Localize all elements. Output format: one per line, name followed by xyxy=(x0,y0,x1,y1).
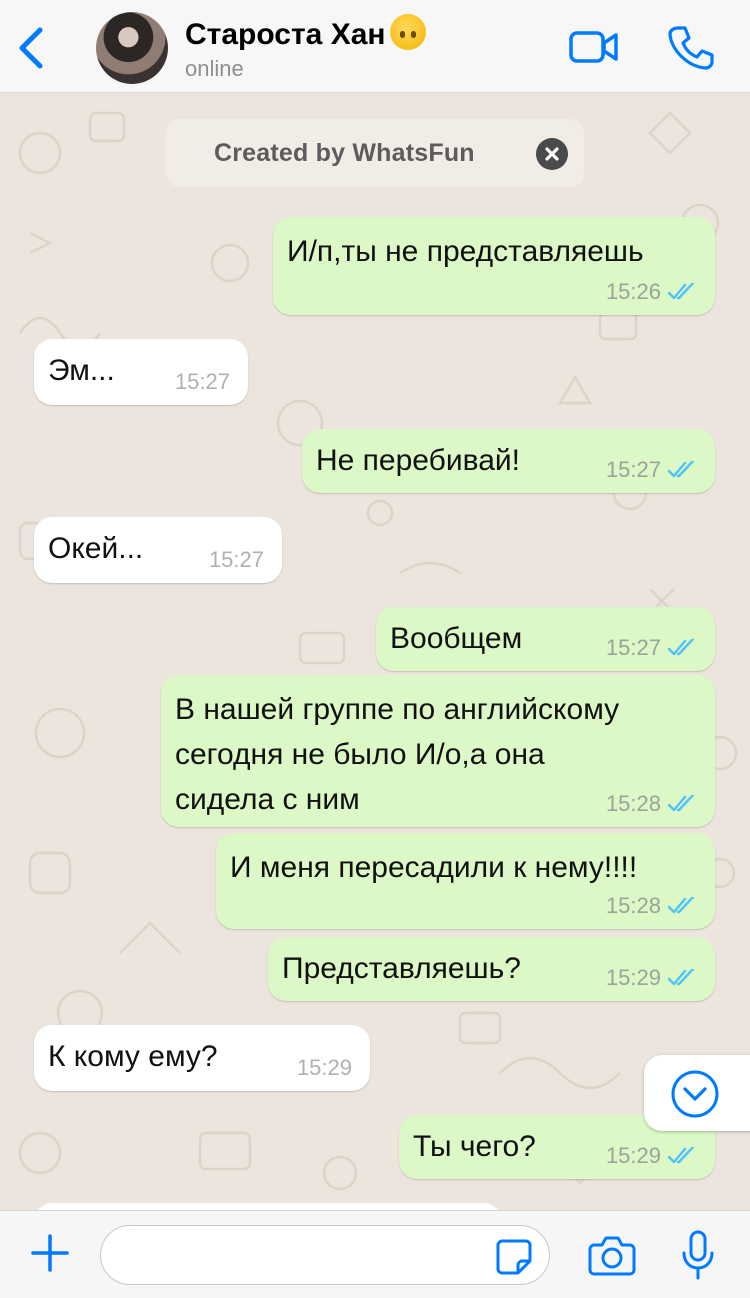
message-text: И меня пересадили к нему!!!! xyxy=(230,851,638,884)
read-receipt-icon xyxy=(667,969,695,986)
message-bubble-outgoing[interactable]: Не перебивай! 15:27 xyxy=(302,429,715,493)
contact-name[interactable]: Староста Хан xyxy=(185,14,426,52)
message-time: 15:29 xyxy=(296,1055,352,1080)
message-bubble-outgoing[interactable]: Представляешь? 15:29 xyxy=(268,937,715,1001)
message-time: 15:26 xyxy=(605,279,661,304)
read-receipt-icon xyxy=(667,897,695,914)
camera-icon xyxy=(588,1236,636,1276)
read-receipt-icon xyxy=(667,461,695,478)
message-bubble-incoming-partial[interactable] xyxy=(34,1203,502,1210)
read-receipt-icon xyxy=(667,639,695,656)
message-bubble-incoming[interactable]: К кому ему? 15:29 xyxy=(34,1025,370,1091)
message-text: И/п,ты не представляешь xyxy=(287,235,644,268)
voice-call-button[interactable] xyxy=(668,24,714,70)
message-time: 15:29 xyxy=(605,1143,661,1168)
banner-close-button[interactable] xyxy=(536,138,568,170)
message-time: 15:29 xyxy=(605,965,661,990)
message-time: 15:27 xyxy=(174,369,230,394)
scroll-to-bottom-button[interactable] xyxy=(644,1055,750,1131)
message-meta: 15:29 xyxy=(606,965,697,991)
chat-area[interactable]: Created by WhatsFun И/п,ты не представля… xyxy=(0,93,750,1210)
camera-button[interactable] xyxy=(588,1233,636,1277)
app-promo-banner: Created by WhatsFun xyxy=(166,119,584,187)
chat-header: Староста Хан online xyxy=(0,0,750,93)
plus-icon xyxy=(31,1234,69,1272)
read-receipt-icon xyxy=(667,283,695,300)
contact-status: online xyxy=(185,56,244,81)
message-meta: 15:29 xyxy=(297,1055,352,1081)
message-bubble-outgoing[interactable]: И меня пересадили к нему!!!! 15:28 xyxy=(216,833,715,929)
banner-text: Created by WhatsFun xyxy=(214,139,475,167)
video-call-button[interactable] xyxy=(568,28,620,68)
message-meta: 15:28 xyxy=(606,791,697,817)
message-input[interactable] xyxy=(100,1225,550,1285)
phone-icon xyxy=(668,26,714,70)
microphone-button[interactable] xyxy=(680,1229,716,1281)
close-icon xyxy=(545,147,559,161)
upside-down-face-emoji-icon xyxy=(389,14,426,50)
attach-button[interactable] xyxy=(30,1233,70,1273)
message-bubble-outgoing[interactable]: И/п,ты не представляешь 15:26 xyxy=(273,217,715,315)
message-bubble-incoming[interactable]: Окей... 15:27 xyxy=(34,517,282,583)
message-meta: 15:28 xyxy=(606,893,697,919)
message-meta: 15:27 xyxy=(175,369,230,395)
contact-name-text: Староста Хан xyxy=(185,18,386,51)
message-meta: 15:27 xyxy=(209,547,264,573)
message-bubble-outgoing[interactable]: Вообщем 15:27 xyxy=(376,607,715,671)
chevron-down-circle-icon xyxy=(671,1070,719,1118)
chevron-left-icon xyxy=(19,27,43,69)
back-button[interactable] xyxy=(14,24,50,72)
video-camera-icon xyxy=(569,31,618,63)
message-meta: 15:27 xyxy=(606,635,697,661)
message-time: 15:28 xyxy=(605,893,661,918)
sticker-icon xyxy=(496,1239,532,1275)
message-bubble-incoming[interactable]: Эм... 15:27 xyxy=(34,339,248,405)
read-receipt-icon xyxy=(667,1147,695,1164)
message-composer-bar xyxy=(0,1210,750,1298)
message-meta: 15:29 xyxy=(606,1143,697,1169)
microphone-icon xyxy=(682,1230,714,1280)
message-bubble-outgoing[interactable]: В нашей группе по английскому сегодня не… xyxy=(161,675,715,827)
message-time: 15:27 xyxy=(208,547,264,572)
contact-avatar[interactable] xyxy=(96,12,168,84)
message-time: 15:28 xyxy=(605,791,661,816)
message-time: 15:27 xyxy=(605,457,661,482)
sticker-button[interactable] xyxy=(494,1237,534,1277)
read-receipt-icon xyxy=(667,795,695,812)
message-time: 15:27 xyxy=(605,635,661,660)
message-meta: 15:26 xyxy=(606,279,697,305)
message-meta: 15:27 xyxy=(606,457,697,483)
